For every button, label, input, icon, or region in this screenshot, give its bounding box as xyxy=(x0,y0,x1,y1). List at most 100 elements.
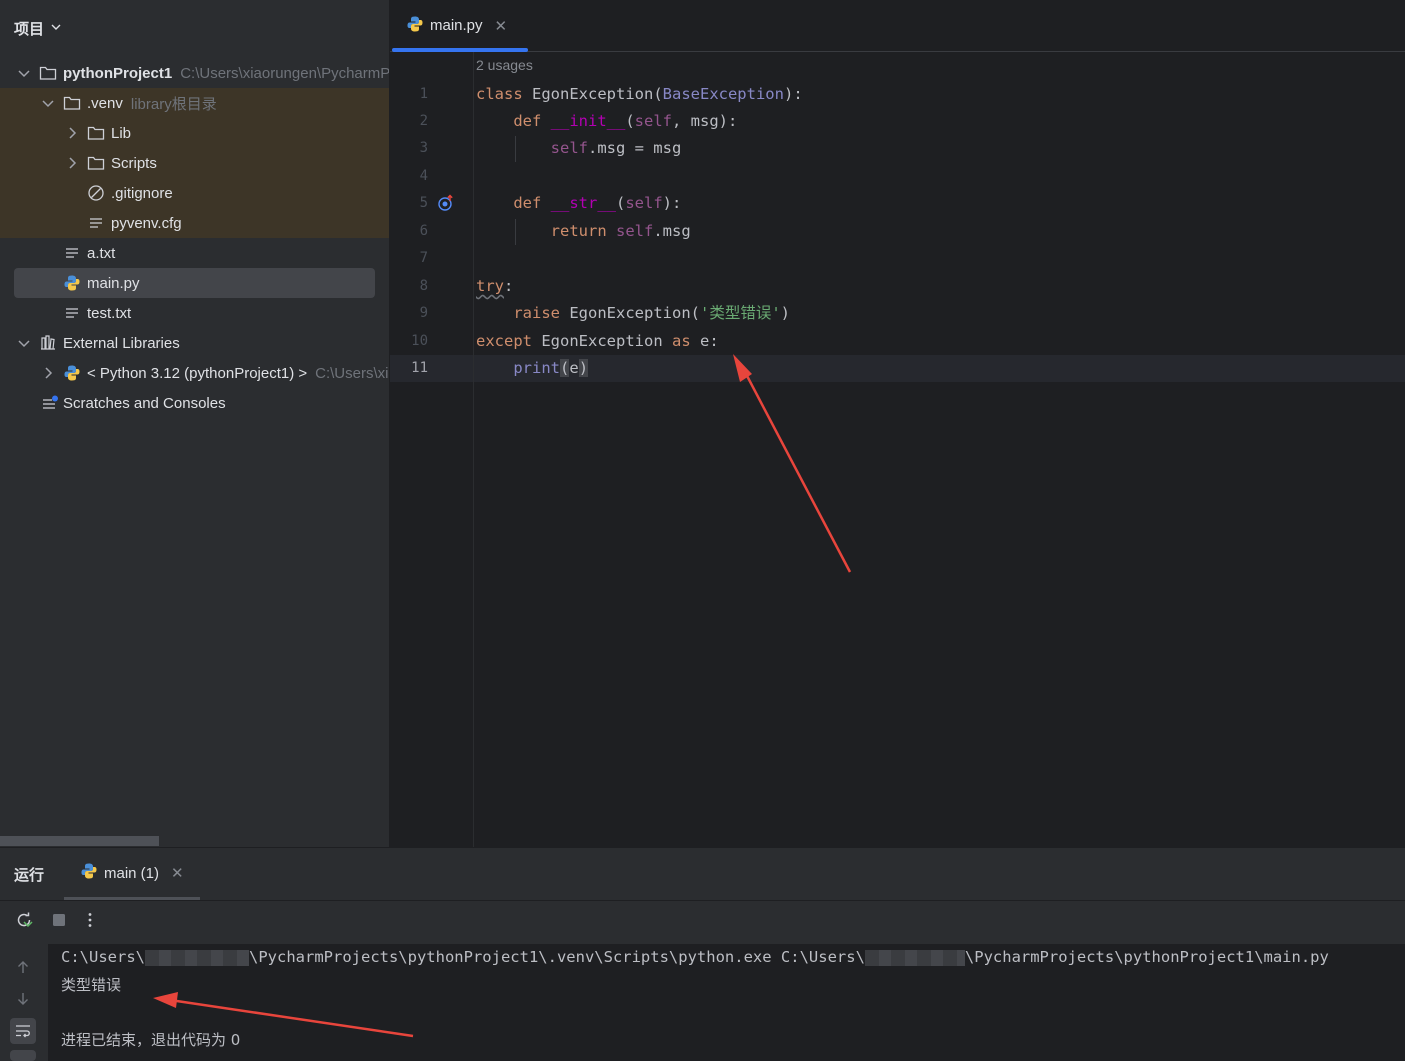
chevron-right-icon[interactable] xyxy=(41,366,55,380)
tree-item-hint: library根目录 xyxy=(130,95,217,113)
code-line-2[interactable]: def __init__(self, msg): xyxy=(476,108,737,135)
tree-item-test-txt[interactable]: test.txt xyxy=(0,298,389,328)
arrow-down-icon[interactable] xyxy=(10,986,36,1012)
tree-item-gitignore[interactable]: .gitignore xyxy=(0,178,389,208)
method-name: __init__ xyxy=(541,112,626,130)
python-icon xyxy=(406,15,424,37)
code-text: ): xyxy=(783,85,803,103)
chevron-right-icon[interactable] xyxy=(65,156,79,170)
code-line-3[interactable]: self.msg = msg xyxy=(476,135,682,162)
keyword: as xyxy=(671,332,691,350)
code-line-11[interactable]: print(e) xyxy=(476,355,589,382)
code-text: ( xyxy=(615,194,626,212)
rerun-icon[interactable] xyxy=(14,910,34,934)
matched-paren: ( xyxy=(560,359,570,377)
code-text: ) xyxy=(780,304,790,322)
run-toolbar xyxy=(0,901,1405,943)
tree-item-label: < Python 3.12 (pythonProject1) > xyxy=(87,364,308,382)
self-keyword: self xyxy=(625,194,663,212)
close-icon[interactable]: ✕ xyxy=(171,864,184,882)
tree-item-label: Lib xyxy=(111,124,132,142)
keyword: class xyxy=(476,85,523,103)
tab-run-main[interactable]: main (1) ✕ xyxy=(80,862,184,884)
library-icon xyxy=(39,334,57,352)
folder-icon xyxy=(63,94,81,112)
code-line-5[interactable]: def __str__(self): xyxy=(476,190,681,217)
folder-icon xyxy=(87,154,105,172)
code-text: , msg): xyxy=(672,112,738,130)
line-number: 1 xyxy=(419,86,428,102)
scratches-icon xyxy=(41,394,59,412)
console-exit-line: 进程已结束，退出代码为 0 xyxy=(61,1031,241,1049)
redacted-username xyxy=(864,949,965,966)
chevron-down-icon xyxy=(50,20,62,37)
tree-item-label: a.txt xyxy=(87,244,116,262)
console-output[interactable]: C:\Users\ \PycharmProjects\pythonProject1… xyxy=(48,944,1405,1061)
folder-icon xyxy=(87,124,105,142)
tab-main-py[interactable]: main.py ✕ xyxy=(390,0,528,52)
tree-item-external-libraries[interactable]: External Libraries xyxy=(0,328,389,358)
tree-item-scripts[interactable]: Scripts xyxy=(0,148,389,178)
run-header: 运行 main (1) ✕ xyxy=(0,848,1405,901)
code-text: : xyxy=(504,277,514,295)
tree-item-label: External Libraries xyxy=(63,334,180,352)
code-text: e: xyxy=(690,332,719,350)
chevron-down-icon[interactable] xyxy=(17,66,31,80)
horizontal-scrollbar[interactable] xyxy=(0,836,159,846)
tree-item-scratches[interactable]: Scratches and Consoles xyxy=(0,388,389,418)
tree-item-label: .venv xyxy=(87,94,123,112)
ignore-file-icon xyxy=(87,184,105,202)
code-line-10[interactable]: except EgonException as e: xyxy=(476,328,719,355)
console-output-line: 类型错误 xyxy=(61,976,122,994)
code-line-9[interactable]: raise EgonException('类型错误') xyxy=(476,300,790,327)
soft-wrap-icon[interactable] xyxy=(10,1018,36,1044)
tree-item-a-txt[interactable]: a.txt xyxy=(0,238,389,268)
builtin-function: print xyxy=(513,359,560,377)
keyword: raise xyxy=(513,304,560,322)
tree-item-python-sdk[interactable]: < Python 3.12 (pythonProject1) > C:\User… xyxy=(0,358,389,388)
console-side-toolbar xyxy=(0,944,47,1061)
arrow-up-icon[interactable] xyxy=(10,954,36,980)
line-number: 2 xyxy=(419,113,428,129)
folder-icon xyxy=(39,64,57,82)
matched-paren: ) xyxy=(578,359,589,377)
line-number: 5 xyxy=(419,195,428,211)
tree-item-main-py[interactable]: main.py xyxy=(0,268,389,298)
tree-item-path: C:\Users\xiaorungen\PycharmProjects\pyth… xyxy=(180,64,389,82)
method-name: __str__ xyxy=(541,194,616,212)
active-tab-indicator xyxy=(64,897,200,900)
code-editor[interactable]: main.py ✕ 1 2 3 4 5 6 7 8 9 10 11 2 usag… xyxy=(390,0,1405,847)
code-line-1[interactable]: class EgonException(BaseException): xyxy=(476,81,803,108)
code-line-8[interactable]: try: xyxy=(476,273,513,300)
tree-item-label: Scratches and Consoles xyxy=(63,394,226,412)
more-options-icon[interactable] xyxy=(84,911,96,933)
console-text: \PycharmProjects\pythonProject1\.venv\Sc… xyxy=(249,948,865,966)
scroll-to-end-icon[interactable] xyxy=(10,1050,36,1061)
gutter-separator xyxy=(473,52,474,847)
tree-item-lib[interactable]: Lib xyxy=(0,118,389,148)
tree-item-venv[interactable]: .venv library根目录 xyxy=(0,88,389,118)
python-icon xyxy=(63,364,81,382)
code-text: e xyxy=(569,359,579,377)
keyword: except xyxy=(476,332,532,350)
project-view-selector[interactable]: 项目 xyxy=(14,16,62,40)
usages-hint[interactable]: 2 usages xyxy=(476,57,533,73)
stop-icon[interactable] xyxy=(50,911,68,933)
python-icon xyxy=(80,862,98,884)
tree-item-label: Scripts xyxy=(111,154,157,172)
run-tool-window: 运行 main (1) ✕ C:\Users\ \PycharmProjects\… xyxy=(0,847,1405,1061)
tree-item-pyvenv-cfg[interactable]: pyvenv.cfg xyxy=(0,208,389,238)
project-panel: 项目 pythonProject1 C:\Users\xiaorungen\Py… xyxy=(0,0,389,847)
chevron-down-icon[interactable] xyxy=(41,96,55,110)
close-icon[interactable]: ✕ xyxy=(495,17,508,35)
overrides-method-icon[interactable] xyxy=(437,194,455,216)
chevron-right-icon[interactable] xyxy=(65,126,79,140)
code-line-6[interactable]: return self.msg xyxy=(476,218,691,245)
chevron-down-icon[interactable] xyxy=(17,336,31,350)
keyword: def xyxy=(513,194,542,212)
tree-item-pythonproject1[interactable]: pythonProject1 C:\Users\xiaorungen\Pycha… xyxy=(0,58,389,88)
